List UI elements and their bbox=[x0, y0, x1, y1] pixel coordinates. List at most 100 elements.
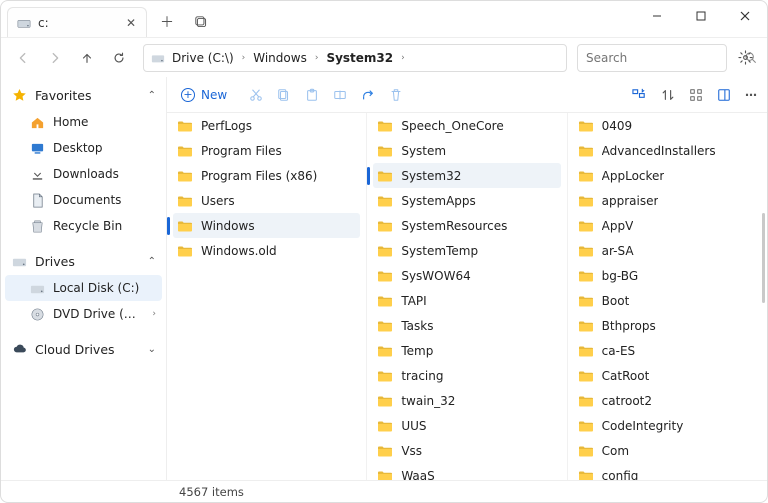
file-item-label: Program Files bbox=[201, 144, 282, 158]
sidebar-item-label: Home bbox=[53, 115, 156, 129]
cut-icon[interactable] bbox=[249, 88, 263, 102]
sidebar-item[interactable]: Downloads bbox=[1, 161, 166, 187]
file-item[interactable]: Vss bbox=[367, 438, 566, 463]
file-item-label: Program Files (x86) bbox=[201, 169, 317, 183]
file-item[interactable]: SystemApps bbox=[367, 188, 566, 213]
new-button[interactable]: + New bbox=[175, 84, 233, 106]
breadcrumb-segment[interactable]: Drive (C:\) bbox=[168, 49, 238, 67]
file-item[interactable]: AppV bbox=[568, 213, 767, 238]
sort-toggle-icon[interactable] bbox=[661, 88, 675, 102]
file-item[interactable]: config bbox=[568, 463, 767, 480]
file-item[interactable]: CatRoot bbox=[568, 363, 767, 388]
file-item-label: ar-SA bbox=[602, 244, 634, 258]
file-item[interactable]: catroot2 bbox=[568, 388, 767, 413]
item-icon bbox=[29, 192, 45, 208]
file-item-label: Boot bbox=[602, 294, 630, 308]
file-item[interactable]: 0409 bbox=[568, 113, 767, 138]
rename-icon[interactable] bbox=[333, 88, 347, 102]
file-item[interactable]: Windows.old bbox=[167, 238, 366, 263]
file-item[interactable]: Users bbox=[167, 188, 366, 213]
sort-icon[interactable] bbox=[632, 87, 647, 102]
drive-icon bbox=[16, 15, 32, 31]
file-item-label: twain_32 bbox=[401, 394, 455, 408]
sidebar-item[interactable]: Recycle Bin bbox=[1, 213, 166, 239]
file-item[interactable]: Temp bbox=[367, 338, 566, 363]
sidebar-item[interactable]: DVD Drive (D:) CCCOMA_X› bbox=[1, 301, 166, 327]
file-item-label: Temp bbox=[401, 344, 433, 358]
view-grid-icon[interactable] bbox=[689, 88, 703, 102]
sidebar-item[interactable]: Documents bbox=[1, 187, 166, 213]
file-item[interactable]: appraiser bbox=[568, 188, 767, 213]
tab-close-icon[interactable]: ✕ bbox=[124, 14, 138, 32]
sidebar-item[interactable]: Local Disk (C:) bbox=[5, 275, 162, 301]
file-item[interactable]: AdvancedInstallers bbox=[568, 138, 767, 163]
share-icon[interactable] bbox=[361, 88, 375, 102]
folder-icon bbox=[578, 193, 594, 209]
folder-icon bbox=[377, 368, 393, 384]
column: Speech_OneCore System System32SystemApps Sy… bbox=[366, 113, 566, 480]
window-tab[interactable]: c: ✕ bbox=[7, 7, 147, 37]
file-item[interactable]: PerfLogs bbox=[167, 113, 366, 138]
tab-overview-icon[interactable] bbox=[187, 8, 215, 36]
file-item[interactable]: twain_32 bbox=[367, 388, 566, 413]
file-item[interactable]: Speech_OneCore bbox=[367, 113, 566, 138]
file-item-label: System bbox=[401, 144, 446, 158]
refresh-button[interactable] bbox=[105, 44, 133, 72]
file-item[interactable]: TAPI bbox=[367, 288, 566, 313]
file-item[interactable]: Windows bbox=[173, 213, 360, 238]
search-input[interactable] bbox=[584, 50, 738, 66]
file-item[interactable]: Program Files bbox=[167, 138, 366, 163]
copy-icon[interactable] bbox=[277, 88, 291, 102]
file-item[interactable]: SysWOW64 bbox=[367, 263, 566, 288]
sidebar-group-favorites[interactable]: Favorites ⌃ bbox=[1, 81, 166, 109]
paste-icon[interactable] bbox=[305, 88, 319, 102]
file-item[interactable]: ca-ES bbox=[568, 338, 767, 363]
search-box[interactable] bbox=[577, 44, 727, 72]
window-close[interactable] bbox=[723, 1, 767, 31]
new-tab-button[interactable]: ＋ bbox=[153, 8, 181, 36]
file-item-label: Windows.old bbox=[201, 244, 277, 258]
file-item[interactable]: ar-SA bbox=[568, 238, 767, 263]
details-pane-icon[interactable] bbox=[717, 88, 731, 102]
up-button[interactable] bbox=[73, 44, 101, 72]
file-item[interactable]: Tasks bbox=[367, 313, 566, 338]
drive-icon bbox=[11, 253, 27, 269]
file-item[interactable]: SystemTemp bbox=[367, 238, 566, 263]
forward-button[interactable] bbox=[41, 44, 69, 72]
sidebar-group-cloud[interactable]: Cloud Drives ⌄ bbox=[1, 335, 166, 363]
file-item[interactable]: System32 bbox=[373, 163, 560, 188]
settings-button[interactable] bbox=[731, 44, 759, 72]
chevron-right-icon: › bbox=[313, 53, 321, 63]
window-maximize[interactable] bbox=[679, 1, 723, 31]
file-item[interactable]: AppLocker bbox=[568, 163, 767, 188]
breadcrumb-segment[interactable]: Windows bbox=[249, 49, 311, 67]
file-item[interactable]: Boot bbox=[568, 288, 767, 313]
file-item[interactable]: SystemResources bbox=[367, 213, 566, 238]
file-item[interactable]: CodeIntegrity bbox=[568, 413, 767, 438]
scrollbar-thumb[interactable] bbox=[762, 213, 765, 303]
file-item[interactable]: UUS bbox=[367, 413, 566, 438]
sidebar-group-drives[interactable]: Drives ⌃ bbox=[1, 247, 166, 275]
window-minimize[interactable] bbox=[635, 1, 679, 31]
file-item[interactable]: tracing bbox=[367, 363, 566, 388]
back-button[interactable] bbox=[9, 44, 37, 72]
file-item[interactable]: bg-BG bbox=[568, 263, 767, 288]
file-item[interactable]: System bbox=[367, 138, 566, 163]
more-icon[interactable]: ⋯ bbox=[745, 88, 759, 102]
file-item[interactable]: Program Files (x86) bbox=[167, 163, 366, 188]
breadcrumb-segment[interactable]: System32 bbox=[322, 49, 397, 67]
address-bar[interactable]: Drive (C:\)› Windows› System32› bbox=[143, 44, 567, 72]
file-item[interactable]: Bthprops bbox=[568, 313, 767, 338]
folder-icon bbox=[377, 118, 393, 134]
sidebar-item-label: DVD Drive (D:) CCCOMA_X bbox=[53, 307, 144, 321]
file-item-label: SystemResources bbox=[401, 219, 507, 233]
delete-icon[interactable] bbox=[389, 88, 403, 102]
file-item-label: ca-ES bbox=[602, 344, 635, 358]
file-item-label: Speech_OneCore bbox=[401, 119, 503, 133]
folder-icon bbox=[578, 118, 594, 134]
file-item[interactable]: WaaS bbox=[367, 463, 566, 480]
file-item-label: WaaS bbox=[401, 469, 434, 481]
file-item[interactable]: Com bbox=[568, 438, 767, 463]
sidebar-item[interactable]: Desktop bbox=[1, 135, 166, 161]
sidebar-item[interactable]: Home bbox=[1, 109, 166, 135]
